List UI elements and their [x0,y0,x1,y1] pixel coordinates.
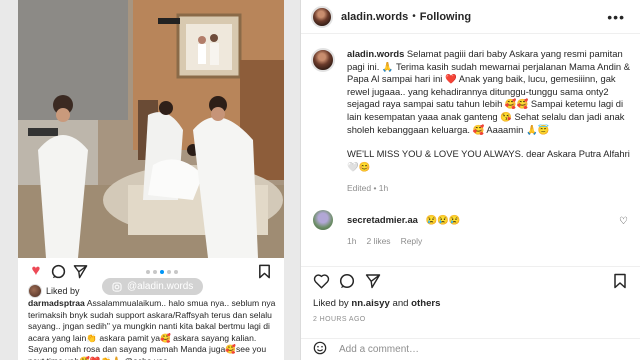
instagram-icon [112,281,122,292]
post-photo[interactable] [18,0,284,258]
screenshot-frame: ♥ Liked by @aladin.words darmadsptraa As… [0,0,640,360]
carousel-dot [153,270,157,274]
liked-by-label: Liked by [46,286,80,296]
add-comment-input[interactable] [339,344,599,355]
comment-like-icon[interactable]: ♡ [619,216,628,227]
commenter-avatar[interactable] [313,210,333,230]
desktop-post-panel: aladin.words • Following ••• aladin.word… [300,0,640,360]
liked-by-prefix: Liked by [313,298,349,309]
bookmark-icon[interactable] [613,273,627,293]
carousel-dot [174,270,178,274]
watermark: @aladin.words [102,278,204,295]
emoji-icon[interactable] [313,341,327,358]
heart-icon[interactable]: ♥ [28,263,44,279]
comment-reply-button[interactable]: Reply [401,236,423,246]
post-header: aladin.words • Following ••• [301,0,640,34]
send-icon[interactable] [72,263,88,279]
liked-by-summary: Liked by nn.aisyy and others [313,298,441,309]
mobile-caption: darmadsptraa Assalammualaikum.. halo smu… [28,298,276,360]
send-icon[interactable] [365,273,381,293]
commenter-username[interactable]: secretadmier.aa [347,214,418,225]
avatar[interactable] [311,5,333,28]
header-separator: • [412,11,416,22]
caption-text: Selamat pagiii dari baby Askara yang res… [347,48,631,135]
comment-text: 😢😢😢 [425,214,461,225]
liked-by-and: and [392,298,409,309]
comment-icon[interactable] [339,273,355,293]
liker-avatar [28,284,42,298]
mobile-liked-by: Liked by [28,284,80,298]
caption-avatar[interactable] [311,48,335,72]
header-username[interactable]: aladin.words [341,11,408,23]
liked-by-user[interactable]: nn.aisyy [351,298,389,309]
post-timestamp: 2 HOURS AGO [313,316,366,323]
following-button[interactable]: Following [420,11,471,23]
desktop-action-bar [301,266,640,294]
caption-edited-time: Edited • 1h [347,183,389,194]
comment-likes[interactable]: 2 likes [366,236,390,246]
caption-username[interactable]: aladin.words [347,48,404,59]
carousel-dot [146,270,150,274]
more-options-icon[interactable]: ••• [607,9,625,25]
carousel-dot-active [160,270,164,274]
caption-username[interactable]: darmadsptraa [28,298,85,308]
caption-body: aladin.words Selamat pagiii dari baby As… [347,48,637,173]
heart-outline-icon[interactable] [313,273,330,293]
caption-text-2: WE'LL MISS YOU & LOVE YOU ALWAYS. dear A… [347,148,630,172]
comment-item: secretadmier.aa 😢😢😢 1h 2 likes Reply ♡ [311,208,636,252]
comment-meta: 1h 2 likes Reply [347,236,422,246]
comment-icon[interactable] [50,263,66,279]
carousel-dots [146,270,178,274]
family-photo-illustration [18,0,284,258]
post-caption: aladin.words Selamat pagiii dari baby As… [311,48,636,193]
carousel-dot [167,270,171,274]
mobile-post: ♥ Liked by @aladin.words darmadsptraa As… [18,0,284,360]
comment-time: 1h [347,236,357,246]
watermark-text: @aladin.words [127,281,194,292]
liked-by-others[interactable]: others [411,298,440,309]
bookmark-icon[interactable] [256,263,272,279]
comment-body: secretadmier.aa 😢😢😢 [347,214,461,226]
add-comment-bar [301,338,640,360]
